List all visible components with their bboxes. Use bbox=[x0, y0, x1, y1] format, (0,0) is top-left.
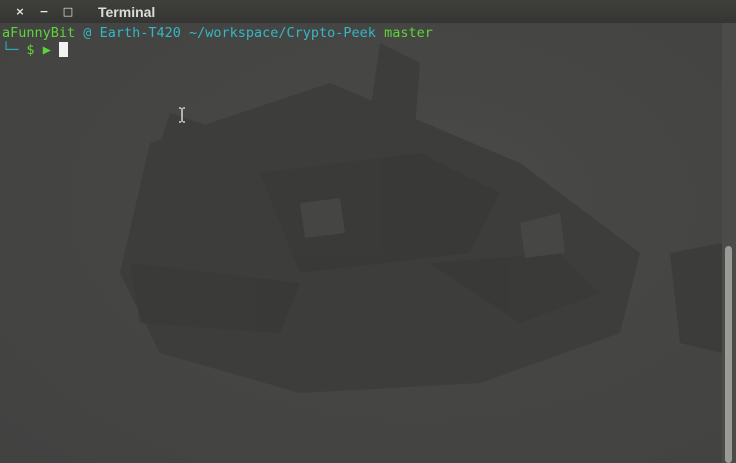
terminal-window: × − □ Terminal aFunnyBit @ Earth-T420 ~/… bbox=[0, 0, 736, 463]
prompt-at: @ bbox=[83, 25, 92, 41]
title-bar[interactable]: × − □ Terminal bbox=[0, 0, 736, 23]
minimize-icon: − bbox=[39, 5, 49, 18]
prompt-dollar: $ bbox=[26, 42, 35, 58]
prompt-arrow-icon: ▶ bbox=[42, 42, 51, 58]
terminal-output-area[interactable]: aFunnyBit @ Earth-T420 ~/workspace/Crypt… bbox=[0, 23, 722, 463]
mouse-ibeam-cursor-icon bbox=[179, 107, 185, 123]
close-icon: × bbox=[15, 5, 25, 18]
maximize-icon: □ bbox=[62, 5, 74, 18]
close-button[interactable]: × bbox=[8, 0, 32, 23]
scrollbar-thumb[interactable] bbox=[725, 246, 732, 463]
window-title: Terminal bbox=[98, 3, 156, 20]
prompt-corner: └─ bbox=[2, 42, 19, 58]
prompt-host: Earth-T420 bbox=[99, 25, 181, 41]
prompt-git-branch: master bbox=[384, 25, 433, 41]
vertical-scrollbar[interactable] bbox=[722, 23, 736, 463]
prompt-user: aFunnyBit bbox=[2, 25, 76, 41]
maximize-button[interactable]: □ bbox=[56, 0, 80, 23]
wallpaper-jet-image bbox=[120, 43, 722, 393]
prompt-path: ~/workspace/Crypto-Peek bbox=[189, 25, 376, 41]
text-cursor bbox=[58, 42, 68, 57]
prompt-input-line[interactable]: └─ $ ▶ bbox=[2, 42, 68, 59]
minimize-button[interactable]: − bbox=[32, 0, 56, 23]
prompt-header-line: aFunnyBit @ Earth-T420 ~/workspace/Crypt… bbox=[2, 25, 433, 42]
